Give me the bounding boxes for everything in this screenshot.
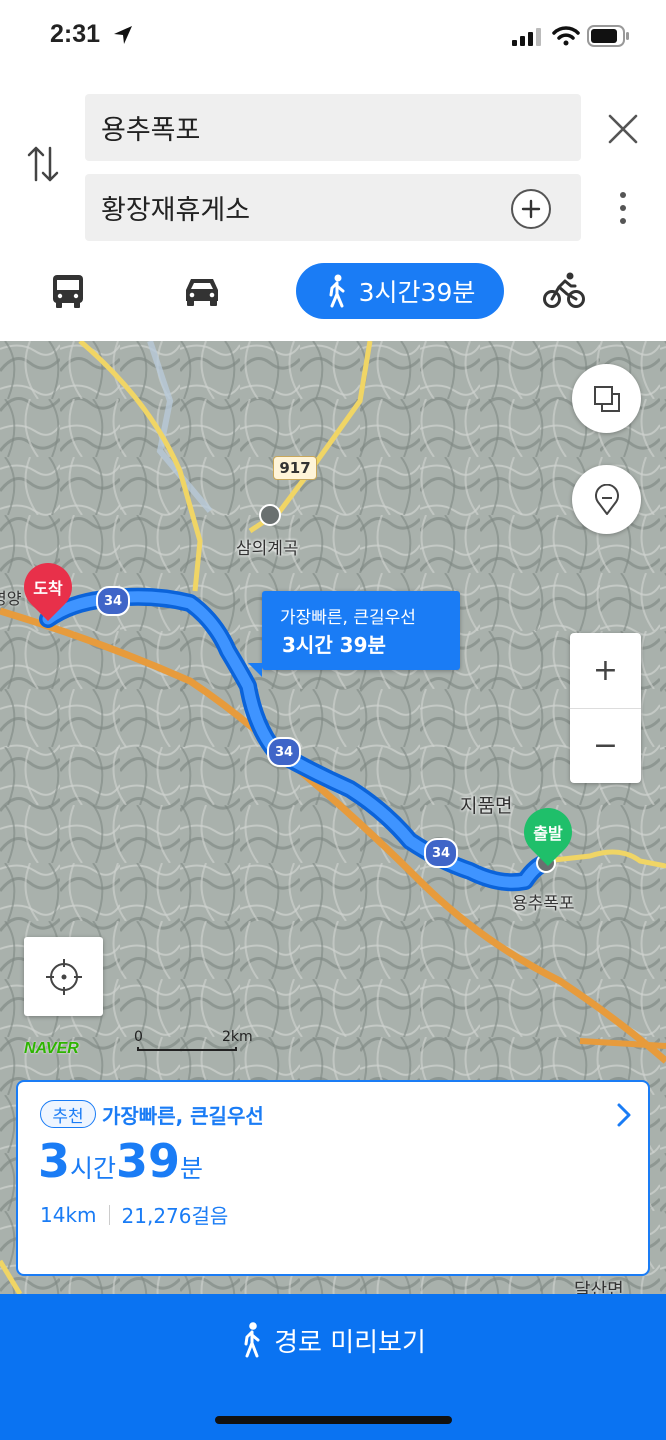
map-pin-button[interactable] [572, 465, 641, 534]
location-pin-icon [594, 483, 619, 515]
duration-hours: 3 [38, 1134, 71, 1188]
scale-bar [137, 1047, 237, 1051]
route-summary-card[interactable]: 추천 가장빠른, 큰길우선 3 시간 39 분 14km 21,276걸음 [16, 1080, 650, 1276]
callout-route-name: 가장빠른, 큰길우선 [280, 608, 416, 628]
callout-duration: 3시간 39분 [282, 633, 386, 657]
place-label: 용추폭포 [512, 894, 575, 914]
chevron-right-icon[interactable] [616, 1102, 632, 1128]
car-icon[interactable] [183, 275, 221, 307]
callout-tail [248, 663, 262, 677]
scale-zero: 0 [134, 1029, 143, 1045]
signal-icon [512, 28, 541, 46]
duration-minutes-unit: 분 [180, 1154, 204, 1183]
wifi-icon [552, 26, 580, 46]
origin-value: 용추폭포 [101, 115, 201, 146]
road-badge-34: 34 [424, 838, 458, 868]
naver-logo: NAVER [24, 1040, 79, 1057]
route-distance: 14km [40, 1202, 97, 1227]
duration-hours-unit: 시간 [70, 1154, 117, 1183]
place-label: 달산면 [574, 1280, 624, 1294]
location-arrow-icon [114, 26, 132, 44]
status-bar: 2:31 [0, 0, 666, 72]
scale-distance: 2km [222, 1029, 253, 1045]
plus-icon [521, 199, 541, 219]
divider [108, 1204, 110, 1225]
swap-icon[interactable] [26, 144, 60, 184]
battery-icon [587, 25, 629, 47]
tab-walk[interactable]: 3시간39분 [296, 263, 504, 319]
place-label: 지품면 [460, 795, 513, 817]
origin-field[interactable]: 용추폭포 [85, 94, 581, 161]
zoom-out-button[interactable]: − [570, 709, 641, 783]
poi-icon [259, 504, 281, 526]
zoom-in-button[interactable]: + [570, 634, 641, 709]
walk-icon [244, 1322, 260, 1358]
destination-value: 황장재휴게소 [101, 195, 251, 226]
current-location-button[interactable] [24, 937, 103, 1016]
route-duration: 3 시간 39 분 [38, 1134, 203, 1188]
place-label: 영양 [0, 589, 22, 608]
home-indicator [215, 1416, 452, 1424]
route-callout[interactable]: 가장빠른, 큰길우선 3시간 39분 [262, 591, 460, 670]
route-preview-button[interactable]: 경로 미리보기 [0, 1294, 666, 1386]
close-icon[interactable] [606, 112, 640, 146]
more-vertical-icon[interactable] [614, 190, 632, 226]
add-waypoint-button[interactable] [511, 189, 551, 229]
layers-icon [593, 385, 620, 412]
road-badge-917: 917 [273, 456, 317, 480]
route-option-name: 가장빠른, 큰길우선 [102, 1104, 264, 1128]
duration-minutes: 39 [116, 1134, 181, 1188]
walk-duration: 3시간39분 [358, 278, 476, 307]
destination-field[interactable]: 황장재휴게소 [85, 174, 581, 241]
departure-pin-label: 출발 [533, 824, 563, 843]
road-badge-34: 34 [267, 737, 301, 767]
status-time: 2:31 [50, 20, 101, 48]
route-steps: 21,276걸음 [121, 1204, 229, 1228]
road-badge-34: 34 [96, 586, 130, 616]
recommended-badge: 추천 [40, 1100, 96, 1128]
bottom-bar: 경로 미리보기 [0, 1294, 666, 1440]
route-stats: 14km 21,276걸음 [40, 1200, 228, 1229]
bus-icon[interactable] [51, 273, 85, 309]
crosshair-icon [45, 958, 82, 995]
zoom-control: + − [570, 633, 641, 783]
arrival-pin-label: 도착 [33, 579, 63, 598]
place-label: 삼의계곡 [236, 539, 299, 559]
map-layers-button[interactable] [572, 364, 641, 433]
route-preview-label: 경로 미리보기 [274, 1327, 426, 1358]
bicycle-icon[interactable] [543, 272, 585, 310]
walk-icon [329, 274, 345, 308]
